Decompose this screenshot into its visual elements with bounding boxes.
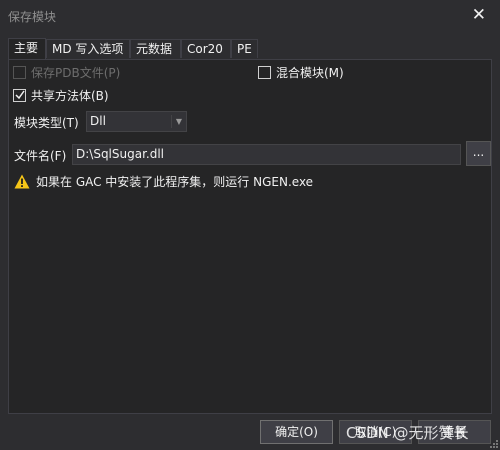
ngen-warning: 如果在 GAC 中安装了此程序集，则运行 NGEN.exe [14,173,313,190]
tab-pe[interactable]: PE [231,39,258,58]
title-bar: 保存模块 ✕ [0,0,500,32]
browse-button[interactable]: ... [466,141,491,166]
save-pdb-label: 保存PDB文件(P) [31,65,121,80]
resize-grip-icon[interactable] [490,440,498,448]
share-method-body-checkbox[interactable] [13,88,26,102]
module-type-label: 模块类型(T) [14,116,79,130]
file-name-input[interactable]: D:\SqlSugar.dll [72,144,461,165]
window-title: 保存模块 [8,10,57,24]
tab-metadata[interactable]: 元数据 [130,39,181,58]
tab-main[interactable]: 主要 [8,38,46,60]
mixed-module-label: 混合模块(M) [276,65,344,80]
tab-panel-main [8,59,492,414]
select-divider [171,115,172,128]
module-type-value: Dll [90,114,106,128]
share-method-body-label: 共享方法体(B) [31,88,109,103]
close-icon[interactable]: ✕ [472,5,486,25]
warning-text: 如果在 GAC 中安装了此程序集，则运行 NGEN.exe [36,175,314,189]
mixed-module-checkbox-row: 混合模块(M) [258,63,344,81]
mixed-module-checkbox[interactable] [258,65,271,79]
save-pdb-checkbox[interactable] [13,65,26,79]
checkmark-icon [14,90,25,100]
tab-cor20[interactable]: Cor20 [181,39,231,58]
warning-icon [14,174,30,189]
share-method-body-checkbox-row: 共享方法体(B) [13,86,109,104]
file-name-label: 文件名(F) [14,149,67,163]
module-type-select[interactable]: Dll ▼ [86,111,187,132]
save-pdb-checkbox-row: 保存PDB文件(P) [13,63,120,81]
tab-md-write-options[interactable]: MD 写入选项 [46,39,130,58]
ok-button[interactable]: 确定(O) [260,420,333,444]
watermark-text: CSDN @无形赞长 [346,424,469,442]
dropdown-arrow-icon: ▼ [175,117,182,126]
